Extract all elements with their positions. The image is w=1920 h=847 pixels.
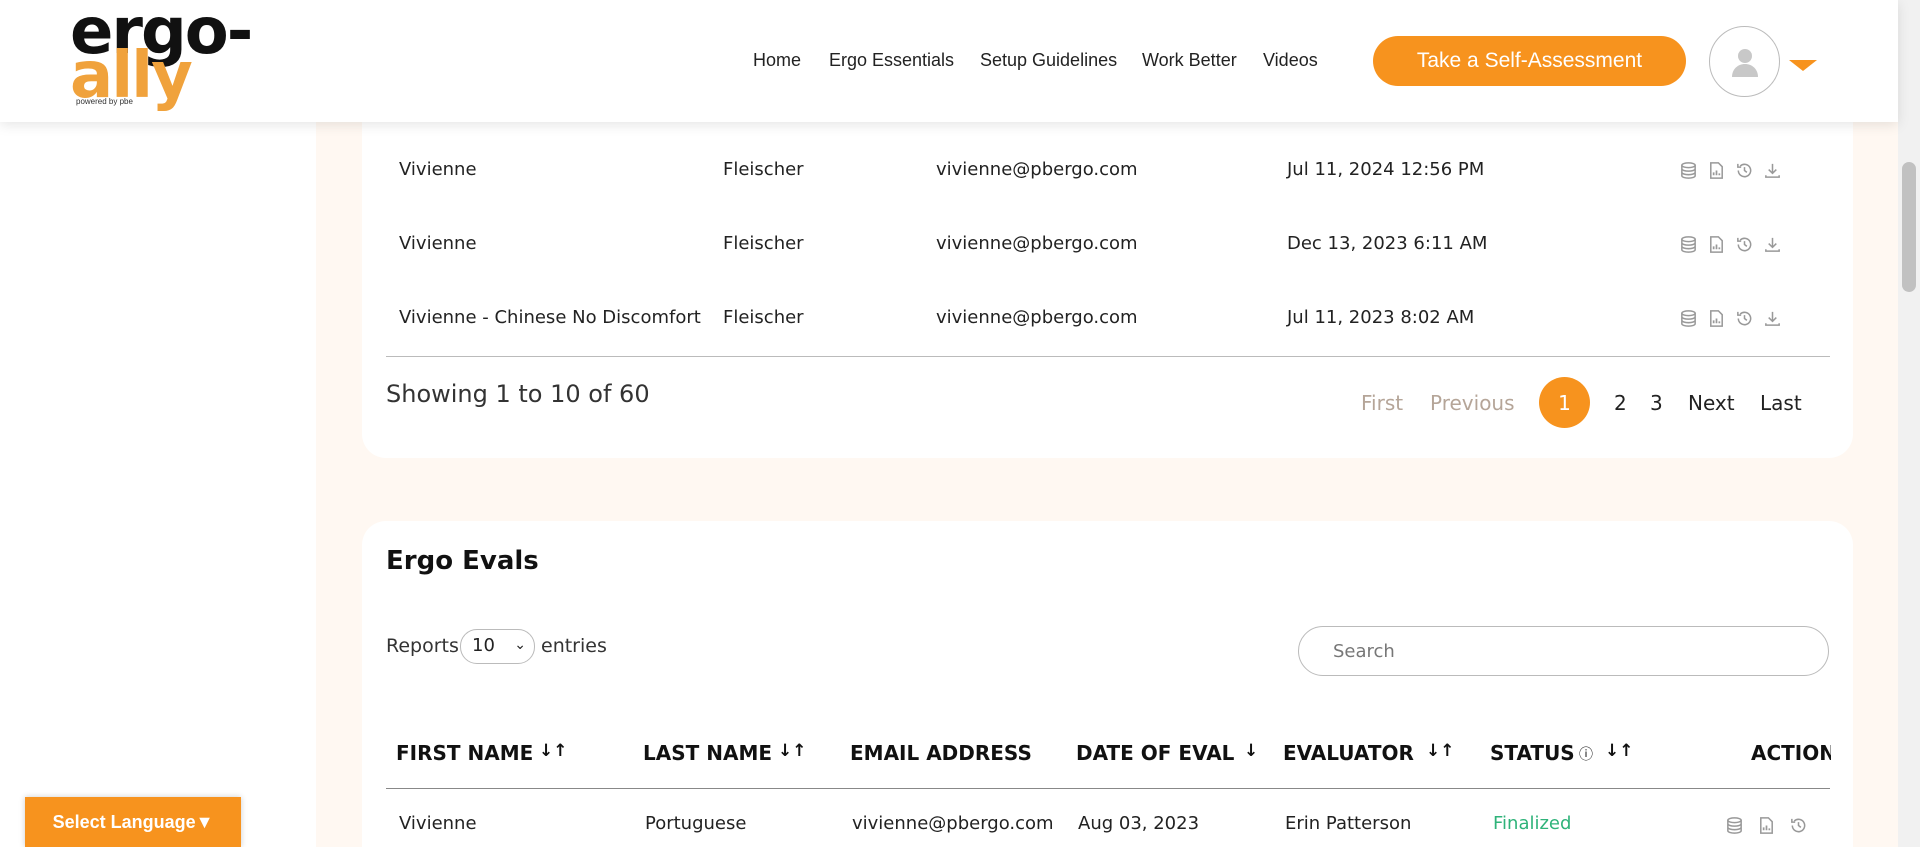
- column-header-action: ACTION: [1751, 741, 1831, 765]
- column-header-email[interactable]: EMAIL ADDRESS: [850, 741, 1032, 765]
- info-icon[interactable]: ⓘ: [1579, 744, 1593, 764]
- row-actions: [1679, 309, 1782, 332]
- nav-item-ergo-essentials[interactable]: Ergo Essentials: [829, 50, 954, 71]
- reports-label: Reports: [386, 635, 459, 657]
- history-icon[interactable]: [1735, 235, 1754, 258]
- status-badge: Finalized: [1493, 813, 1572, 834]
- pagination-last[interactable]: Last: [1760, 391, 1802, 415]
- pagination-next[interactable]: Next: [1688, 391, 1735, 415]
- row-actions: [1679, 161, 1782, 184]
- table-row-first-name: Vivienne - Chinese No Discomfort: [399, 307, 701, 328]
- pagination-page-1[interactable]: 1: [1539, 377, 1590, 428]
- pagination-page-2[interactable]: 2: [1614, 391, 1627, 415]
- column-header-first-name[interactable]: FIRST NAME: [396, 741, 533, 765]
- user-icon: [1731, 48, 1758, 77]
- site-header: ergo- ally powered by pbe Home Ergo Esse…: [0, 0, 1898, 122]
- history-icon[interactable]: [1789, 816, 1808, 839]
- sort-icon[interactable]: ↓↑: [778, 741, 807, 761]
- download-icon[interactable]: [1763, 235, 1782, 258]
- table-row-email: vivienne@pbergo.com: [852, 813, 1054, 834]
- column-header-date-of-eval[interactable]: DATE OF EVAL: [1076, 741, 1234, 765]
- table-row-email: vivienne@pbergo.com: [936, 233, 1138, 254]
- scrollbar-thumb[interactable]: [1902, 162, 1916, 292]
- entries-select[interactable]: 10 ⌄: [460, 629, 535, 664]
- download-icon[interactable]: [1763, 161, 1782, 184]
- entries-value: 10: [472, 635, 495, 656]
- table-row-last-name: Portuguese: [645, 813, 747, 834]
- table-row-date: Jul 11, 2024 12:56 PM: [1287, 159, 1485, 180]
- nav-item-work-better[interactable]: Work Better: [1142, 50, 1237, 71]
- ergo-evals-card: [362, 521, 1853, 847]
- sort-icon[interactable]: ↓↑: [1605, 741, 1634, 761]
- sort-icon[interactable]: ↓↑: [1426, 741, 1455, 761]
- showing-count: Showing 1 to 10 of 60: [386, 380, 650, 408]
- table-row-email: vivienne@pbergo.com: [936, 307, 1138, 328]
- pagination-previous[interactable]: Previous: [1430, 391, 1515, 415]
- table-row-date: Dec 13, 2023 6:11 AM: [1287, 233, 1488, 254]
- section-title: Ergo Evals: [386, 546, 539, 576]
- table-row-evaluator: Erin Patterson: [1285, 813, 1412, 834]
- table-divider: [386, 356, 1830, 357]
- chevron-down-icon: ⌄: [514, 637, 526, 653]
- report-icon[interactable]: [1707, 161, 1726, 184]
- row-actions: [1679, 235, 1782, 258]
- history-icon[interactable]: [1735, 161, 1754, 184]
- report-icon[interactable]: [1707, 235, 1726, 258]
- report-icon[interactable]: [1707, 309, 1726, 332]
- select-language-button[interactable]: Select Language▼: [25, 797, 241, 847]
- table-row-date: Aug 03, 2023: [1078, 813, 1200, 834]
- table-row-last-name: Fleischer: [723, 159, 804, 180]
- pagination-page-3[interactable]: 3: [1650, 391, 1663, 415]
- table-row-email: vivienne@pbergo.com: [936, 159, 1138, 180]
- column-header-status[interactable]: STATUS: [1490, 741, 1575, 765]
- column-header-last-name[interactable]: LAST NAME: [643, 741, 772, 765]
- history-icon[interactable]: [1735, 309, 1754, 332]
- table-row-last-name: Fleischer: [723, 233, 804, 254]
- nav-item-videos[interactable]: Videos: [1263, 50, 1318, 71]
- table-row-last-name: Fleischer: [723, 307, 804, 328]
- nav-item-home[interactable]: Home: [753, 50, 801, 71]
- database-icon[interactable]: [1679, 161, 1698, 184]
- report-icon[interactable]: [1757, 816, 1776, 839]
- avatar[interactable]: [1709, 26, 1780, 97]
- table-row-first-name: Vivienne: [399, 159, 477, 180]
- logo-tagline: powered by pbe: [76, 97, 133, 106]
- vertical-scrollbar[interactable]: [1898, 0, 1920, 847]
- left-sidebar: [0, 0, 316, 847]
- nav-item-setup-guidelines[interactable]: Setup Guidelines: [980, 50, 1117, 71]
- table-row-date: Jul 11, 2023 8:02 AM: [1287, 307, 1475, 328]
- header-divider: [386, 788, 1830, 789]
- chevron-down-icon[interactable]: [1789, 60, 1817, 71]
- ergo-ally-logo[interactable]: ergo- ally powered by pbe: [70, 0, 270, 112]
- column-header-evaluator[interactable]: EVALUATOR: [1283, 741, 1414, 765]
- pagination-first[interactable]: First: [1361, 391, 1403, 415]
- table-row-first-name: Vivienne: [399, 813, 477, 834]
- sort-icon[interactable]: ↓↑: [539, 741, 568, 761]
- download-icon[interactable]: [1763, 309, 1782, 332]
- sort-descending-icon[interactable]: ↓: [1244, 741, 1258, 761]
- entries-label: entries: [541, 635, 607, 657]
- table-row-first-name: Vivienne: [399, 233, 477, 254]
- row-actions: [1725, 816, 1808, 839]
- database-icon[interactable]: [1679, 235, 1698, 258]
- take-self-assessment-button[interactable]: Take a Self-Assessment: [1373, 36, 1686, 86]
- search-input[interactable]: Search: [1298, 626, 1829, 676]
- database-icon[interactable]: [1725, 816, 1744, 839]
- database-icon[interactable]: [1679, 309, 1698, 332]
